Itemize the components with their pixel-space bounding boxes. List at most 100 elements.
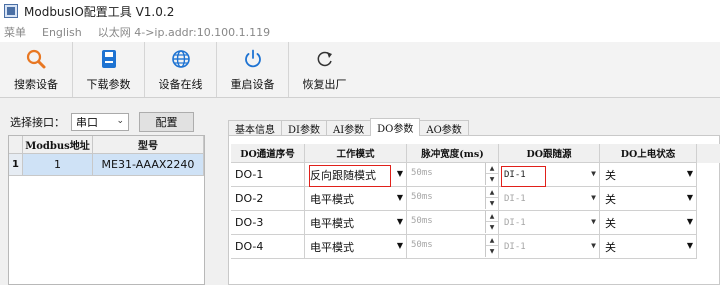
restart-device-label: 重启设备	[230, 77, 275, 91]
save-icon	[98, 48, 120, 70]
pulse-width-header: 脉冲宽度(ms)	[407, 144, 499, 163]
search-icon	[25, 48, 47, 70]
dropdown-arrow-icon: ▼	[686, 193, 693, 202]
dropdown-arrow-icon: ▼	[686, 169, 693, 178]
spin-up-icon[interactable]: ▲	[486, 163, 498, 174]
highlight-box-follow-source	[501, 166, 546, 187]
device-online-button[interactable]: 设备在线	[144, 42, 216, 97]
follow-source-cell: DI-1 ▼	[499, 187, 600, 211]
power-on-state-cell: 关 ▼	[600, 163, 697, 187]
dropdown-arrow-icon: ▼	[591, 169, 596, 178]
port-select-value: 串口	[76, 116, 98, 129]
pulse-width-value: 50ms	[411, 192, 433, 202]
power-on-state-select[interactable]: 关 ▼	[601, 236, 695, 257]
menu-item-english[interactable]: English	[42, 26, 82, 39]
factory-reset-label: 恢复出厂	[302, 77, 347, 91]
spin-up-icon[interactable]: ▲	[486, 211, 498, 222]
pulse-width-spinner[interactable]: ▲ ▼	[485, 163, 498, 185]
follow-source-value: DI-1	[504, 241, 526, 252]
tab-basic-info[interactable]: 基本信息	[228, 120, 282, 136]
spin-down-icon[interactable]: ▼	[486, 222, 498, 233]
row-index-header	[9, 136, 23, 153]
spin-down-icon[interactable]: ▼	[486, 198, 498, 209]
port-select[interactable]: 串口 ⌄	[71, 113, 129, 131]
pulse-width-cell: 50ms ▲ ▼	[407, 211, 499, 235]
follow-source-select[interactable]: DI-1 ▼	[500, 212, 598, 233]
power-on-state-select[interactable]: 关 ▼	[601, 188, 695, 209]
power-on-state-value: 关	[605, 216, 616, 230]
work-mode-value: 电平模式	[310, 240, 354, 254]
follow-source-select[interactable]: DI-1 ▼	[500, 188, 598, 209]
spin-down-icon[interactable]: ▼	[486, 246, 498, 257]
device-online-label: 设备在线	[158, 77, 203, 91]
dropdown-arrow-icon: ▼	[686, 217, 693, 226]
do-params-content: DO通道序号 工作模式 脉冲宽度(ms) DO跟随源 DO上电状态 DO-1 反…	[228, 135, 720, 285]
pulse-width-cell: 50ms ▲ ▼	[407, 163, 499, 187]
port-row: 选择接口： 串口 ⌄	[10, 113, 129, 131]
power-icon	[242, 48, 264, 70]
chevron-down-icon: ⌄	[116, 116, 124, 126]
pulse-width-spinner[interactable]: ▲ ▼	[485, 235, 498, 257]
tab-ao-params[interactable]: AO参数	[419, 120, 469, 136]
tab-ai-params[interactable]: AI参数	[325, 120, 372, 136]
pulse-width-value: 50ms	[411, 240, 433, 250]
power-on-state-select[interactable]: 关 ▼	[601, 164, 695, 185]
spin-down-icon[interactable]: ▼	[486, 174, 498, 185]
work-mode-select[interactable]: 电平模式 ▼	[306, 236, 405, 257]
power-on-state-select[interactable]: 关 ▼	[601, 212, 695, 233]
parameter-panel: 基本信息 DI参数 AI参数 DO参数 AO参数 DO通道序号 工作模式 脉冲宽…	[222, 118, 720, 285]
table-row: DO-1 反向跟随模式 ▼ 50ms ▲ ▼ DI-1 ▼ 关 ▼	[231, 163, 720, 187]
table-row[interactable]: 1 1 ME31-AAAX2240	[9, 154, 204, 176]
device-panel: 选择接口： 串口 ⌄ 配置 Modbus地址 型号 1 1 ME31-AAAX2…	[0, 106, 205, 285]
pulse-width-spinner[interactable]: ▲ ▼	[485, 211, 498, 233]
power-on-state-cell: 关 ▼	[600, 187, 697, 211]
do-channel-cell: DO-4	[231, 235, 305, 259]
do-table-header: DO通道序号 工作模式 脉冲宽度(ms) DO跟随源 DO上电状态	[231, 144, 720, 163]
menu-item-network[interactable]: 以太网 4->ip.addr:10.100.1.119	[98, 24, 270, 40]
config-button[interactable]: 配置	[139, 112, 194, 132]
factory-reset-button[interactable]: 恢复出厂	[288, 42, 360, 97]
window-title: ModbusIO配置工具 V1.0.2	[24, 4, 175, 19]
work-mode-select[interactable]: 电平模式 ▼	[306, 188, 405, 209]
work-mode-value: 电平模式	[310, 192, 354, 206]
power-on-state-header: DO上电状态	[600, 144, 697, 163]
port-label: 选择接口：	[10, 116, 65, 129]
power-on-state-value: 关	[605, 168, 616, 182]
dropdown-arrow-icon: ▼	[591, 193, 596, 202]
pulse-width-cell: 50ms ▲ ▼	[407, 235, 499, 259]
work-mode-select[interactable]: 电平模式 ▼	[306, 212, 405, 233]
tab-bar: 基本信息 DI参数 AI参数 DO参数 AO参数	[228, 118, 469, 136]
title-bar: ModbusIO配置工具 V1.0.2	[0, 0, 720, 22]
tab-do-params[interactable]: DO参数	[370, 118, 421, 136]
follow-source-header: DO跟随源	[499, 144, 600, 163]
pulse-width-cell: 50ms ▲ ▼	[407, 187, 499, 211]
pulse-width-value: 50ms	[411, 216, 433, 226]
spin-up-icon[interactable]: ▲	[486, 235, 498, 246]
modbus-address-cell: 1	[23, 154, 93, 175]
download-params-button[interactable]: 下载参数	[72, 42, 144, 97]
dropdown-arrow-icon: ▼	[396, 241, 403, 250]
restart-device-button[interactable]: 重启设备	[216, 42, 288, 97]
row-index: 1	[9, 154, 23, 175]
follow-source-select[interactable]: DI-1 ▼	[500, 236, 598, 257]
table-row: DO-3 电平模式 ▼ 50ms ▲ ▼ DI-1 ▼ 关 ▼	[231, 211, 720, 235]
do-channel-cell: DO-2	[231, 187, 305, 211]
device-table-header: Modbus地址 型号	[9, 136, 204, 154]
dropdown-arrow-icon: ▼	[396, 217, 403, 226]
pulse-width-spinner[interactable]: ▲ ▼	[485, 187, 498, 209]
do-channel-cell: DO-3	[231, 211, 305, 235]
work-mode-value: 电平模式	[310, 216, 354, 230]
menu-item-menu[interactable]: 菜单	[4, 24, 26, 40]
power-on-state-value: 关	[605, 192, 616, 206]
table-row: DO-4 电平模式 ▼ 50ms ▲ ▼ DI-1 ▼ 关 ▼	[231, 235, 720, 259]
refresh-icon	[314, 48, 336, 70]
spin-up-icon[interactable]: ▲	[486, 187, 498, 198]
pulse-width-value: 50ms	[411, 168, 433, 178]
globe-icon	[170, 48, 192, 70]
dropdown-arrow-icon: ▼	[686, 241, 693, 250]
follow-source-value: DI-1	[504, 217, 526, 228]
search-device-button[interactable]: 搜索设备	[0, 42, 72, 97]
menu-bar: 菜单 English 以太网 4->ip.addr:10.100.1.119	[0, 22, 720, 42]
device-table: Modbus地址 型号 1 1 ME31-AAAX2240	[8, 135, 205, 285]
tab-di-params[interactable]: DI参数	[281, 120, 327, 136]
